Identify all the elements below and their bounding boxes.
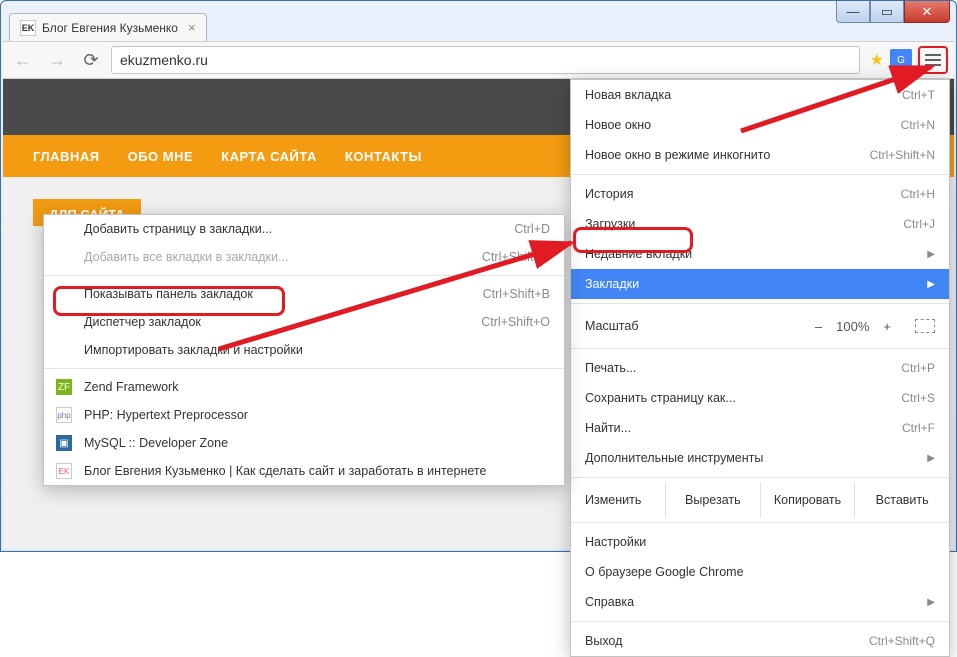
submenu-bookmark-manager[interactable]: Диспетчер закладокCtrl+Shift+O <box>44 308 564 336</box>
nav-link[interactable]: ОБО МНЕ <box>128 149 194 164</box>
tab-title: Блог Евгения Кузьменко <box>42 21 178 35</box>
forward-button[interactable]: → <box>43 46 71 74</box>
chevron-right-icon: ▶ <box>927 279 935 290</box>
menu-incognito[interactable]: Новое окно в режиме инкогнитоCtrl+Shift+… <box>571 140 949 170</box>
tab-strip: EK Блог Евгения Кузьменко × <box>9 13 816 41</box>
menu-save-page[interactable]: Сохранить страницу как...Ctrl+S <box>571 383 949 413</box>
close-button[interactable]: ✕ <box>904 1 950 23</box>
nav-link[interactable]: КОНТАКТЫ <box>345 149 422 164</box>
menu-settings[interactable]: Настройки <box>571 527 949 557</box>
site-icon: ▣ <box>56 435 72 451</box>
window-caption-buttons: — ▭ ✕ <box>836 1 950 23</box>
translate-icon[interactable]: G <box>890 49 912 71</box>
fullscreen-icon[interactable] <box>915 319 935 333</box>
nav-link[interactable]: КАРТА САЙТА <box>221 149 317 164</box>
bookmark-item[interactable]: phpPHP: Hypertext Preprocessor <box>44 401 564 429</box>
submenu-show-bookmarks-bar[interactable]: Показывать панель закладокCtrl+Shift+B <box>44 280 564 308</box>
bookmark-star-icon[interactable]: ★ <box>870 50 884 70</box>
zoom-value: 100% <box>836 319 869 334</box>
bookmark-item[interactable]: ▣MySQL :: Developer Zone <box>44 429 564 457</box>
menu-downloads[interactable]: ЗагрузкиCtrl+J <box>571 209 949 239</box>
chevron-right-icon: ▶ <box>927 597 935 608</box>
back-button[interactable]: ← <box>9 46 37 74</box>
zoom-in-button[interactable]: + <box>883 319 891 334</box>
url-text: ekuzmenko.ru <box>120 52 208 68</box>
chrome-main-menu: Новая вкладкаCtrl+T Новое окноCtrl+N Нов… <box>570 79 950 657</box>
menu-new-tab[interactable]: Новая вкладкаCtrl+T <box>571 80 949 110</box>
chrome-menu-button[interactable] <box>918 46 948 74</box>
bookmark-item[interactable]: ZFZend Framework <box>44 373 564 401</box>
menu-edit-row: Изменить Вырезать Копировать Вставить <box>571 482 949 518</box>
minimize-button[interactable]: — <box>836 1 870 23</box>
menu-history[interactable]: ИсторияCtrl+H <box>571 179 949 209</box>
menu-find[interactable]: Найти...Ctrl+F <box>571 413 949 443</box>
menu-print[interactable]: Печать...Ctrl+P <box>571 353 949 383</box>
cut-button[interactable]: Вырезать <box>665 482 760 518</box>
site-icon: ZF <box>56 379 72 395</box>
browser-toolbar: ← → ⟳ ekuzmenko.ru ★ G <box>3 41 954 79</box>
menu-exit[interactable]: ВыходCtrl+Shift+Q <box>571 626 949 656</box>
tab-close-icon[interactable]: × <box>188 20 196 35</box>
reload-button[interactable]: ⟳ <box>77 46 105 74</box>
submenu-import[interactable]: Импортировать закладки и настройки <box>44 336 564 364</box>
menu-new-window[interactable]: Новое окноCtrl+N <box>571 110 949 140</box>
zoom-out-button[interactable]: – <box>815 319 822 334</box>
bookmarks-submenu: Добавить страницу в закладки...Ctrl+D До… <box>43 214 565 486</box>
menu-more-tools[interactable]: Дополнительные инструменты▶ <box>571 443 949 473</box>
chevron-right-icon: ▶ <box>927 453 935 464</box>
address-bar[interactable]: ekuzmenko.ru <box>111 46 860 74</box>
chevron-right-icon: ▶ <box>927 249 935 260</box>
site-icon: php <box>56 407 72 423</box>
maximize-button[interactable]: ▭ <box>870 1 904 23</box>
paste-button[interactable]: Вставить <box>854 482 949 518</box>
edit-label: Изменить <box>571 493 665 507</box>
nav-link[interactable]: ГЛАВНАЯ <box>33 149 100 164</box>
menu-recent-tabs[interactable]: Недавние вкладки▶ <box>571 239 949 269</box>
menu-help[interactable]: Справка▶ <box>571 587 949 617</box>
menu-bookmarks[interactable]: Закладки▶ <box>571 269 949 299</box>
window-frame: — ▭ ✕ EK Блог Евгения Кузьменко × ← → ⟳ … <box>0 0 957 552</box>
tab-favicon: EK <box>20 20 36 36</box>
menu-zoom-row: Масштаб – 100% + <box>571 308 949 344</box>
submenu-bookmark-page[interactable]: Добавить страницу в закладки...Ctrl+D <box>44 215 564 243</box>
menu-about[interactable]: О браузере Google Chrome <box>571 557 949 587</box>
zoom-label: Масштаб <box>585 319 815 333</box>
browser-tab[interactable]: EK Блог Евгения Кузьменко × <box>9 13 207 41</box>
site-icon: EK <box>56 463 72 479</box>
submenu-bookmark-all[interactable]: Добавить все вкладки в закладки...Ctrl+S… <box>44 243 564 271</box>
copy-button[interactable]: Копировать <box>760 482 855 518</box>
bookmark-item[interactable]: EKБлог Евгения Кузьменко | Как сделать с… <box>44 457 564 485</box>
